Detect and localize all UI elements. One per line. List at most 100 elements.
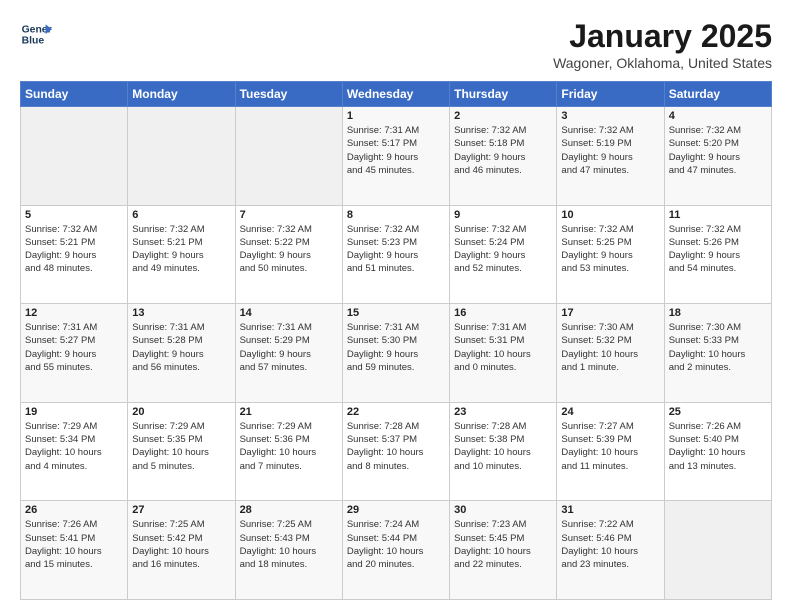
day-number: 12: [25, 307, 123, 319]
calendar-cell: 23 Sunrise: 7:28 AM Sunset: 5:38 PM Dayli…: [450, 402, 557, 501]
day-info: Sunrise: 7:31 AM Sunset: 5:17 PM Dayligh…: [347, 124, 445, 177]
calendar-cell: [664, 501, 771, 600]
day-info: Sunrise: 7:22 AM Sunset: 5:46 PM Dayligh…: [561, 518, 659, 571]
day-number: 26: [25, 504, 123, 516]
calendar-cell: 31Sunrise: 7:22 AM Sunset: 5:46 PM Dayli…: [557, 501, 664, 600]
day-info: Sunrise: 7:31 AM Sunset: 5:30 PM Dayligh…: [347, 321, 445, 374]
day-info: Sunrise: 7:32 AM Sunset: 5:22 PM Dayligh…: [240, 223, 338, 276]
calendar-cell: 25 Sunrise: 7:26 AM Sunset: 5:40 PM Dayli…: [664, 402, 771, 501]
day-info: Sunrise: 7:29 AM Sunset: 5:36 PM Dayligh…: [240, 420, 338, 473]
calendar-cell: 18Sunrise: 7:30 AM Sunset: 5:33 PM Dayli…: [664, 304, 771, 403]
calendar-week-3: 12 Sunrise: 7:31 AM Sunset: 5:27 PM Dayli…: [21, 304, 772, 403]
day-info: Sunrise: 7:32 AM Sunset: 5:20 PM Dayligh…: [669, 124, 767, 177]
calendar-header-monday: Monday: [128, 82, 235, 107]
day-info: Sunrise: 7:28 AM Sunset: 5:38 PM Dayligh…: [454, 420, 552, 473]
day-number: 14: [240, 307, 338, 319]
day-info: Sunrise: 7:23 AM Sunset: 5:45 PM Dayligh…: [454, 518, 552, 571]
day-info: Sunrise: 7:26 AM Sunset: 5:41 PM Dayligh…: [25, 518, 123, 571]
day-info: Sunrise: 7:32 AM Sunset: 5:18 PM Dayligh…: [454, 124, 552, 177]
day-number: 24: [561, 406, 659, 418]
calendar-cell: 28 Sunrise: 7:25 AM Sunset: 5:43 PM Dayli…: [235, 501, 342, 600]
calendar-cell: 15 Sunrise: 7:31 AM Sunset: 5:30 PM Dayli…: [342, 304, 449, 403]
calendar-cell: 11Sunrise: 7:32 AM Sunset: 5:26 PM Dayli…: [664, 205, 771, 304]
day-number: 20: [132, 406, 230, 418]
calendar-cell: 8Sunrise: 7:32 AM Sunset: 5:23 PM Daylig…: [342, 205, 449, 304]
day-info: Sunrise: 7:25 AM Sunset: 5:42 PM Dayligh…: [132, 518, 230, 571]
calendar-cell: 10Sunrise: 7:32 AM Sunset: 5:25 PM Dayli…: [557, 205, 664, 304]
title-block: January 2025 Wagoner, Oklahoma, United S…: [553, 18, 772, 71]
day-number: 15: [347, 307, 445, 319]
day-number: 2: [454, 110, 552, 122]
day-info: Sunrise: 7:32 AM Sunset: 5:24 PM Dayligh…: [454, 223, 552, 276]
calendar-header-row: SundayMondayTuesdayWednesdayThursdayFrid…: [21, 82, 772, 107]
month-title: January 2025: [553, 18, 772, 55]
calendar-cell: 13 Sunrise: 7:31 AM Sunset: 5:28 PM Dayli…: [128, 304, 235, 403]
calendar-cell: 6Sunrise: 7:32 AM Sunset: 5:21 PM Daylig…: [128, 205, 235, 304]
day-info: Sunrise: 7:31 AM Sunset: 5:29 PM Dayligh…: [240, 321, 338, 374]
calendar-cell: 19Sunrise: 7:29 AM Sunset: 5:34 PM Dayli…: [21, 402, 128, 501]
day-number: 11: [669, 209, 767, 221]
day-info: Sunrise: 7:28 AM Sunset: 5:37 PM Dayligh…: [347, 420, 445, 473]
calendar-cell: [235, 107, 342, 206]
day-info: Sunrise: 7:31 AM Sunset: 5:31 PM Dayligh…: [454, 321, 552, 374]
calendar-cell: 1 Sunrise: 7:31 AM Sunset: 5:17 PM Daylig…: [342, 107, 449, 206]
day-number: 23: [454, 406, 552, 418]
day-number: 4: [669, 110, 767, 122]
day-info: Sunrise: 7:32 AM Sunset: 5:21 PM Dayligh…: [132, 223, 230, 276]
calendar-cell: 29 Sunrise: 7:24 AM Sunset: 5:44 PM Dayli…: [342, 501, 449, 600]
day-number: 9: [454, 209, 552, 221]
day-info: Sunrise: 7:29 AM Sunset: 5:35 PM Dayligh…: [132, 420, 230, 473]
day-number: 1: [347, 110, 445, 122]
day-number: 3: [561, 110, 659, 122]
calendar-cell: 20 Sunrise: 7:29 AM Sunset: 5:35 PM Dayli…: [128, 402, 235, 501]
day-number: 7: [240, 209, 338, 221]
day-number: 25: [669, 406, 767, 418]
page: General Blue January 2025 Wagoner, Oklah…: [0, 0, 792, 612]
day-info: Sunrise: 7:32 AM Sunset: 5:21 PM Dayligh…: [25, 223, 123, 276]
calendar-cell: 9 Sunrise: 7:32 AM Sunset: 5:24 PM Daylig…: [450, 205, 557, 304]
calendar-cell: 7 Sunrise: 7:32 AM Sunset: 5:22 PM Daylig…: [235, 205, 342, 304]
calendar-cell: 4 Sunrise: 7:32 AM Sunset: 5:20 PM Daylig…: [664, 107, 771, 206]
calendar-cell: 3 Sunrise: 7:32 AM Sunset: 5:19 PM Daylig…: [557, 107, 664, 206]
day-number: 21: [240, 406, 338, 418]
calendar-cell: 5 Sunrise: 7:32 AM Sunset: 5:21 PM Daylig…: [21, 205, 128, 304]
day-info: Sunrise: 7:31 AM Sunset: 5:28 PM Dayligh…: [132, 321, 230, 374]
calendar-cell: 14 Sunrise: 7:31 AM Sunset: 5:29 PM Dayli…: [235, 304, 342, 403]
calendar-cell: 2 Sunrise: 7:32 AM Sunset: 5:18 PM Daylig…: [450, 107, 557, 206]
calendar-header-friday: Friday: [557, 82, 664, 107]
day-number: 19: [25, 406, 123, 418]
calendar-week-5: 26 Sunrise: 7:26 AM Sunset: 5:41 PM Dayli…: [21, 501, 772, 600]
calendar-cell: 21 Sunrise: 7:29 AM Sunset: 5:36 PM Dayli…: [235, 402, 342, 501]
calendar-cell: 30Sunrise: 7:23 AM Sunset: 5:45 PM Dayli…: [450, 501, 557, 600]
calendar-cell: 17 Sunrise: 7:30 AM Sunset: 5:32 PM Dayli…: [557, 304, 664, 403]
calendar-cell: 27 Sunrise: 7:25 AM Sunset: 5:42 PM Dayli…: [128, 501, 235, 600]
day-number: 10: [561, 209, 659, 221]
calendar-week-2: 5 Sunrise: 7:32 AM Sunset: 5:21 PM Daylig…: [21, 205, 772, 304]
day-info: Sunrise: 7:24 AM Sunset: 5:44 PM Dayligh…: [347, 518, 445, 571]
day-number: 18: [669, 307, 767, 319]
day-number: 27: [132, 504, 230, 516]
calendar-cell: [21, 107, 128, 206]
day-number: 5: [25, 209, 123, 221]
calendar-week-4: 19Sunrise: 7:29 AM Sunset: 5:34 PM Dayli…: [21, 402, 772, 501]
day-number: 16: [454, 307, 552, 319]
day-info: Sunrise: 7:30 AM Sunset: 5:32 PM Dayligh…: [561, 321, 659, 374]
day-info: Sunrise: 7:31 AM Sunset: 5:27 PM Dayligh…: [25, 321, 123, 374]
location: Wagoner, Oklahoma, United States: [553, 55, 772, 71]
day-info: Sunrise: 7:32 AM Sunset: 5:19 PM Dayligh…: [561, 124, 659, 177]
calendar-cell: 12 Sunrise: 7:31 AM Sunset: 5:27 PM Dayli…: [21, 304, 128, 403]
calendar-header-saturday: Saturday: [664, 82, 771, 107]
calendar-cell: 16 Sunrise: 7:31 AM Sunset: 5:31 PM Dayli…: [450, 304, 557, 403]
calendar-week-1: 1 Sunrise: 7:31 AM Sunset: 5:17 PM Daylig…: [21, 107, 772, 206]
day-info: Sunrise: 7:26 AM Sunset: 5:40 PM Dayligh…: [669, 420, 767, 473]
day-number: 17: [561, 307, 659, 319]
calendar-header-sunday: Sunday: [21, 82, 128, 107]
day-number: 13: [132, 307, 230, 319]
calendar-header-tuesday: Tuesday: [235, 82, 342, 107]
day-number: 28: [240, 504, 338, 516]
svg-text:Blue: Blue: [22, 36, 45, 47]
day-number: 29: [347, 504, 445, 516]
day-info: Sunrise: 7:25 AM Sunset: 5:43 PM Dayligh…: [240, 518, 338, 571]
calendar-header-wednesday: Wednesday: [342, 82, 449, 107]
calendar-header-thursday: Thursday: [450, 82, 557, 107]
